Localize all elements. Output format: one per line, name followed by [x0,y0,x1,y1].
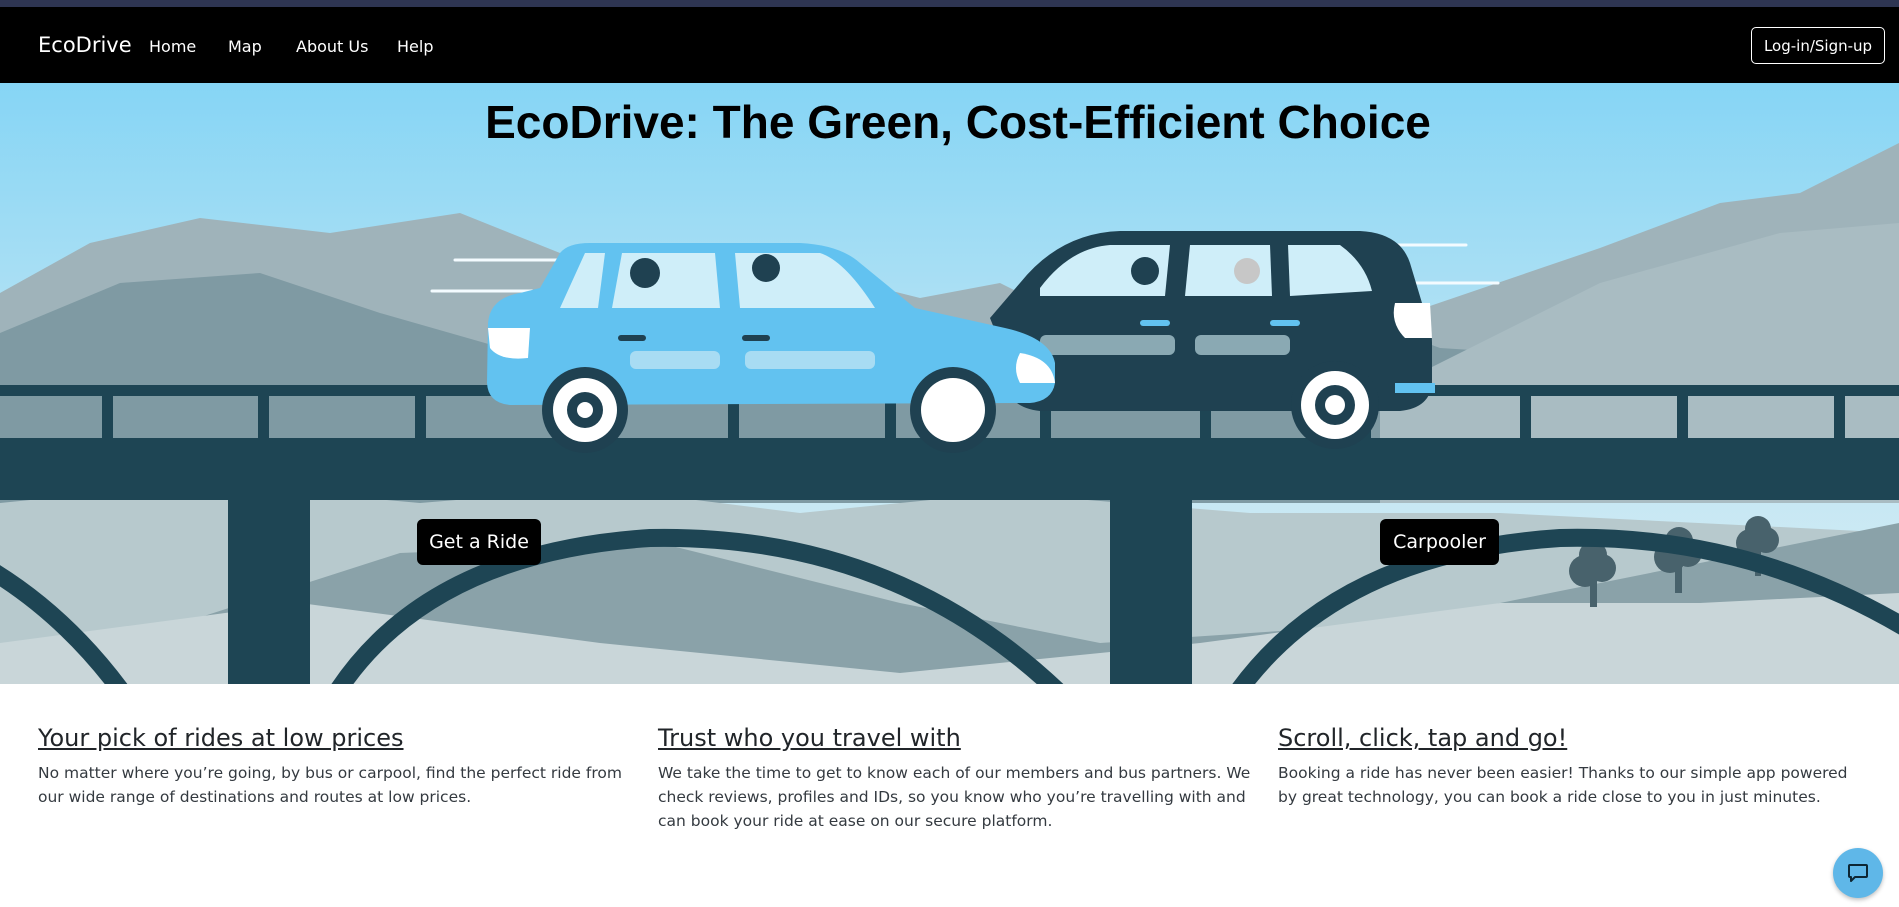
nav-about-us[interactable]: About Us [296,37,368,56]
feature-title[interactable]: Your pick of rides at low prices [38,724,638,752]
carpooler-button[interactable]: Carpooler [1380,519,1499,565]
get-a-ride-button[interactable]: Get a Ride [417,519,541,565]
nav-help[interactable]: Help [397,37,433,56]
navbar: EcoDrive Home Map About Us Help Log-in/S… [0,7,1899,83]
feature-body: No matter where you’re going, by bus or … [38,764,622,806]
chat-button[interactable] [1833,848,1883,898]
top-strip [0,0,1899,7]
brand-logo[interactable]: EcoDrive [38,33,132,57]
feature-title[interactable]: Scroll, click, tap and go! [1278,724,1868,752]
hero-illustration [0,83,1899,684]
feature-trust: Trust who you travel with We take the ti… [658,724,1254,833]
feature-body: Booking a ride has never been easier! Th… [1278,764,1848,806]
hero-title: EcoDrive: The Green, Cost-Efficient Choi… [485,96,1431,148]
feature-scroll-click: Scroll, click, tap and go! Booking a rid… [1278,724,1868,809]
feature-low-prices: Your pick of rides at low prices No matt… [38,724,638,809]
nav-map[interactable]: Map [228,37,262,56]
nav-home[interactable]: Home [149,37,196,56]
hero-section: EcoDrive: The Green, Cost-Efficient Choi… [0,83,1899,684]
login-signup-button[interactable]: Log-in/Sign-up [1751,27,1885,64]
chat-bubble-icon [1848,864,1868,882]
feature-title[interactable]: Trust who you travel with [658,724,1254,752]
feature-body: We take the time to get to know each of … [658,764,1251,830]
